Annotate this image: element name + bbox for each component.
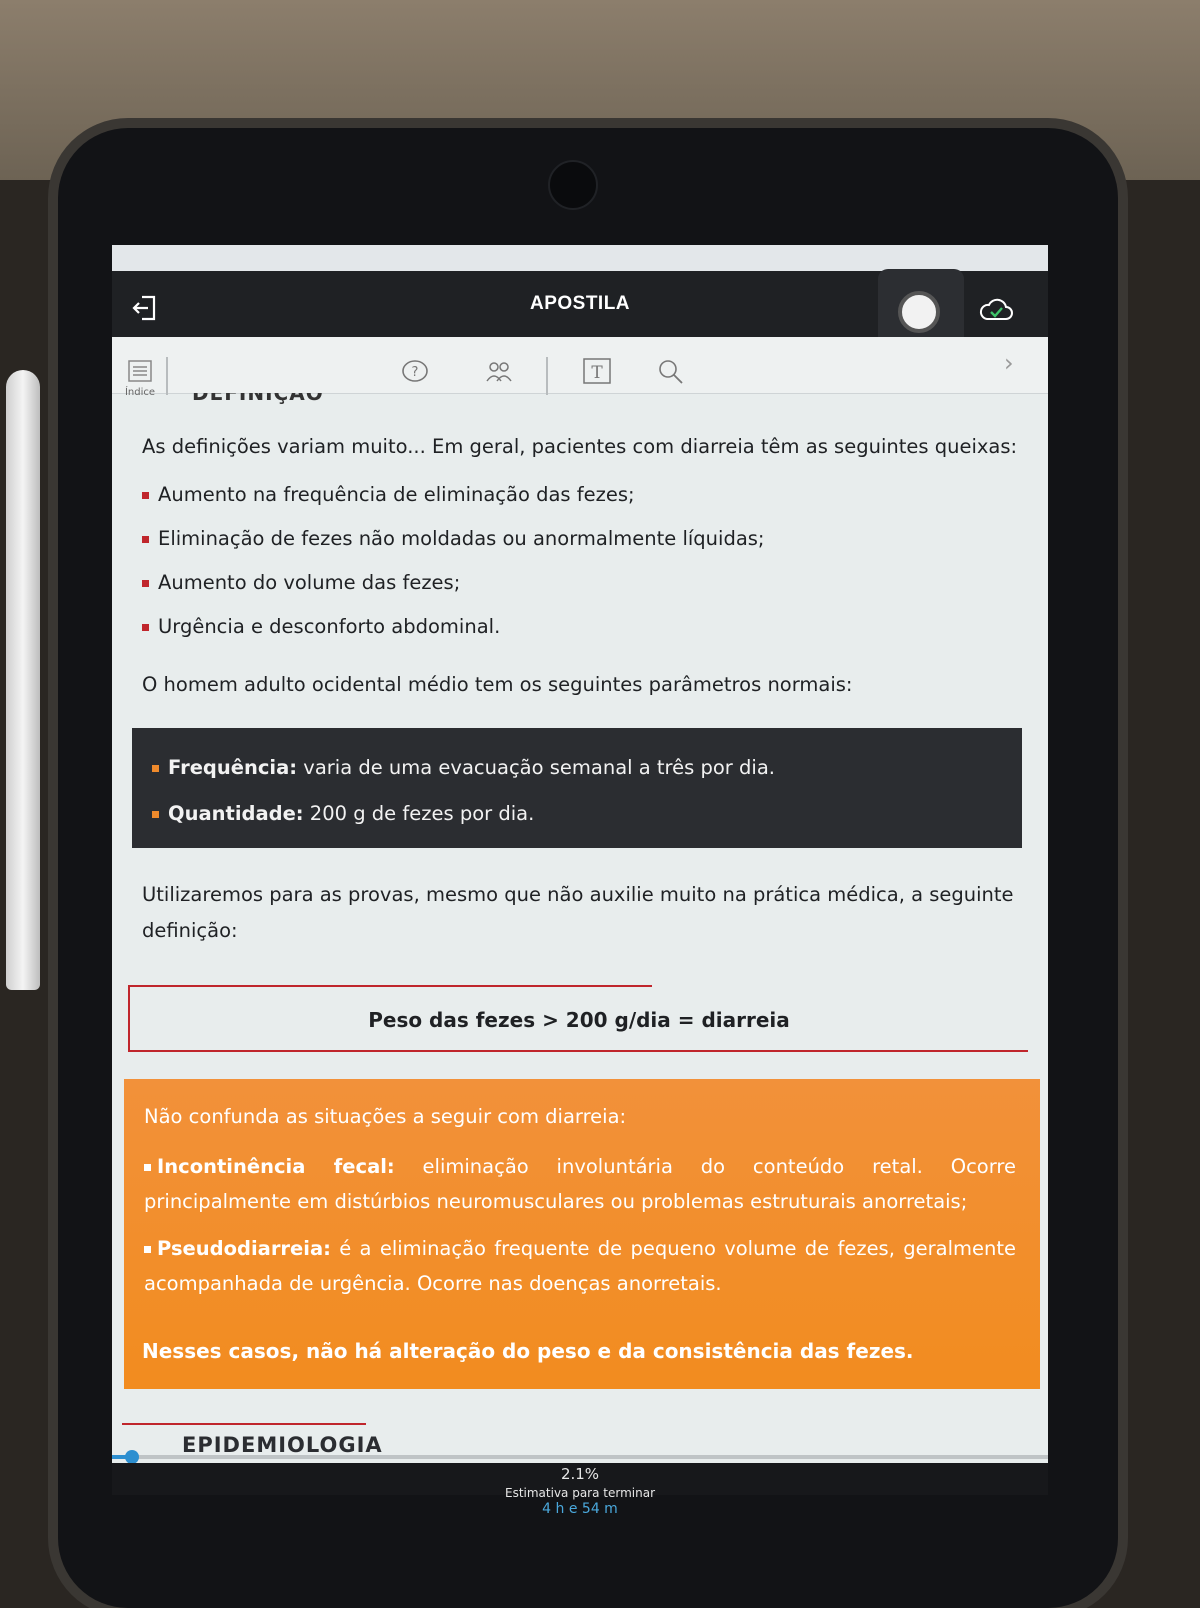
bullet-marker (142, 536, 149, 543)
list-item: Eliminação de fezes não moldadas ou anor… (142, 527, 765, 550)
warning-item-label: Incontinência fecal: (157, 1155, 395, 1178)
status-strip (112, 245, 1048, 271)
definition-text: Peso das fezes > 200 g/dia = diarreia (368, 1008, 790, 1032)
sync-button[interactable] (978, 295, 1014, 325)
param-text: 200 g de fezes por dia. (303, 802, 535, 825)
svg-text:?: ? (412, 365, 419, 380)
search-button[interactable] (656, 357, 686, 387)
tablet-screen: APOSTILA Índice ? T › DEFINIÇÃO As defin… (112, 245, 1048, 1495)
record-button-icon[interactable] (898, 291, 940, 333)
param-label: Quantidade: (168, 802, 304, 825)
progress-percent: 2.1% (560, 1465, 600, 1483)
reader-toolbar: Índice ? T › (112, 337, 1048, 398)
intro-paragraph: As definições variam muito... Em geral, … (142, 435, 1018, 458)
cloud-check-icon (979, 298, 1013, 320)
progress-footer: 2.1% Estimativa para terminar 4 h e 54 m (400, 1465, 760, 1517)
reader-content: DEFINIÇÃO As definições variam muito... … (112, 393, 1048, 1455)
list-item-text: Aumento na frequência de eliminação das … (158, 483, 635, 506)
list-item: Urgência e desconforto abdominal. (142, 615, 500, 638)
definition-box: Peso das fezes > 200 g/dia = diarreia (128, 986, 1028, 1052)
toolbar-divider (546, 357, 548, 395)
bullet-marker (144, 1164, 151, 1171)
warning-intro: Não confunda as situações a seguir com d… (144, 1105, 627, 1128)
stylus (6, 370, 40, 990)
params-paragraph: O homem adulto ocidental médio tem os se… (142, 673, 853, 696)
bullet-marker (152, 811, 159, 818)
toolbar-divider (166, 357, 168, 395)
reading-progress-handle[interactable] (124, 1450, 139, 1464)
chevron-right-icon[interactable]: › (1004, 349, 1014, 377)
list-item-text: Urgência e desconforto abdominal. (158, 615, 501, 638)
community-button[interactable] (484, 357, 514, 387)
estimate-time: 4 h e 54 m (542, 1501, 618, 1517)
search-icon (659, 360, 683, 384)
people-icon (486, 362, 512, 382)
bullet-marker (142, 624, 149, 631)
definition-paragraph: Utilizaremos para as provas, mesmo que n… (142, 883, 1014, 942)
section-rule (122, 1423, 366, 1425)
question-button[interactable]: ? (400, 357, 430, 387)
app-bar: APOSTILA (112, 269, 1048, 339)
estimate-label: Estimativa para terminar (504, 1486, 656, 1500)
param-item: Quantidade: 200 g de fezes por dia. (152, 802, 534, 825)
warning-note: Nesses casos, não há alteração do peso e… (142, 1339, 914, 1363)
param-item: Frequência: varia de uma evacuação seman… (152, 756, 775, 779)
section-heading: DEFINIÇÃO (192, 393, 324, 405)
warning-item: Pseudodiarreia: é a eliminação frequente… (144, 1231, 1016, 1301)
list-item-text: Aumento do volume das fezes; (158, 571, 461, 594)
next-section-heading: EPIDEMIOLOGIA (182, 1433, 383, 1455)
reading-progress-bar[interactable] (112, 1450, 1048, 1464)
list-item-text: Eliminação de fezes não moldadas ou anor… (158, 527, 765, 550)
index-list-icon (128, 360, 152, 382)
warning-item-label: Pseudodiarreia: (157, 1237, 331, 1260)
warning-item: Incontinência fecal: eliminação involunt… (144, 1149, 1016, 1219)
text-format-icon: T (583, 358, 611, 384)
bullet-marker (152, 765, 159, 772)
svg-text:T: T (591, 363, 603, 383)
param-text: varia de uma evacuação semanal a três po… (297, 756, 775, 779)
bullet-marker (142, 492, 149, 499)
bullet-marker (144, 1246, 151, 1253)
normal-params-box: Frequência: varia de uma evacuação seman… (132, 728, 1022, 848)
front-camera (548, 160, 598, 210)
param-label: Frequência: (168, 756, 298, 779)
warning-box: Não confunda as situações a seguir com d… (124, 1079, 1040, 1389)
list-item: Aumento do volume das fezes; (142, 571, 460, 594)
bullet-marker (142, 580, 149, 587)
list-item: Aumento na frequência de eliminação das … (142, 483, 635, 506)
question-icon: ? (402, 360, 428, 382)
text-format-button[interactable]: T (582, 357, 612, 387)
